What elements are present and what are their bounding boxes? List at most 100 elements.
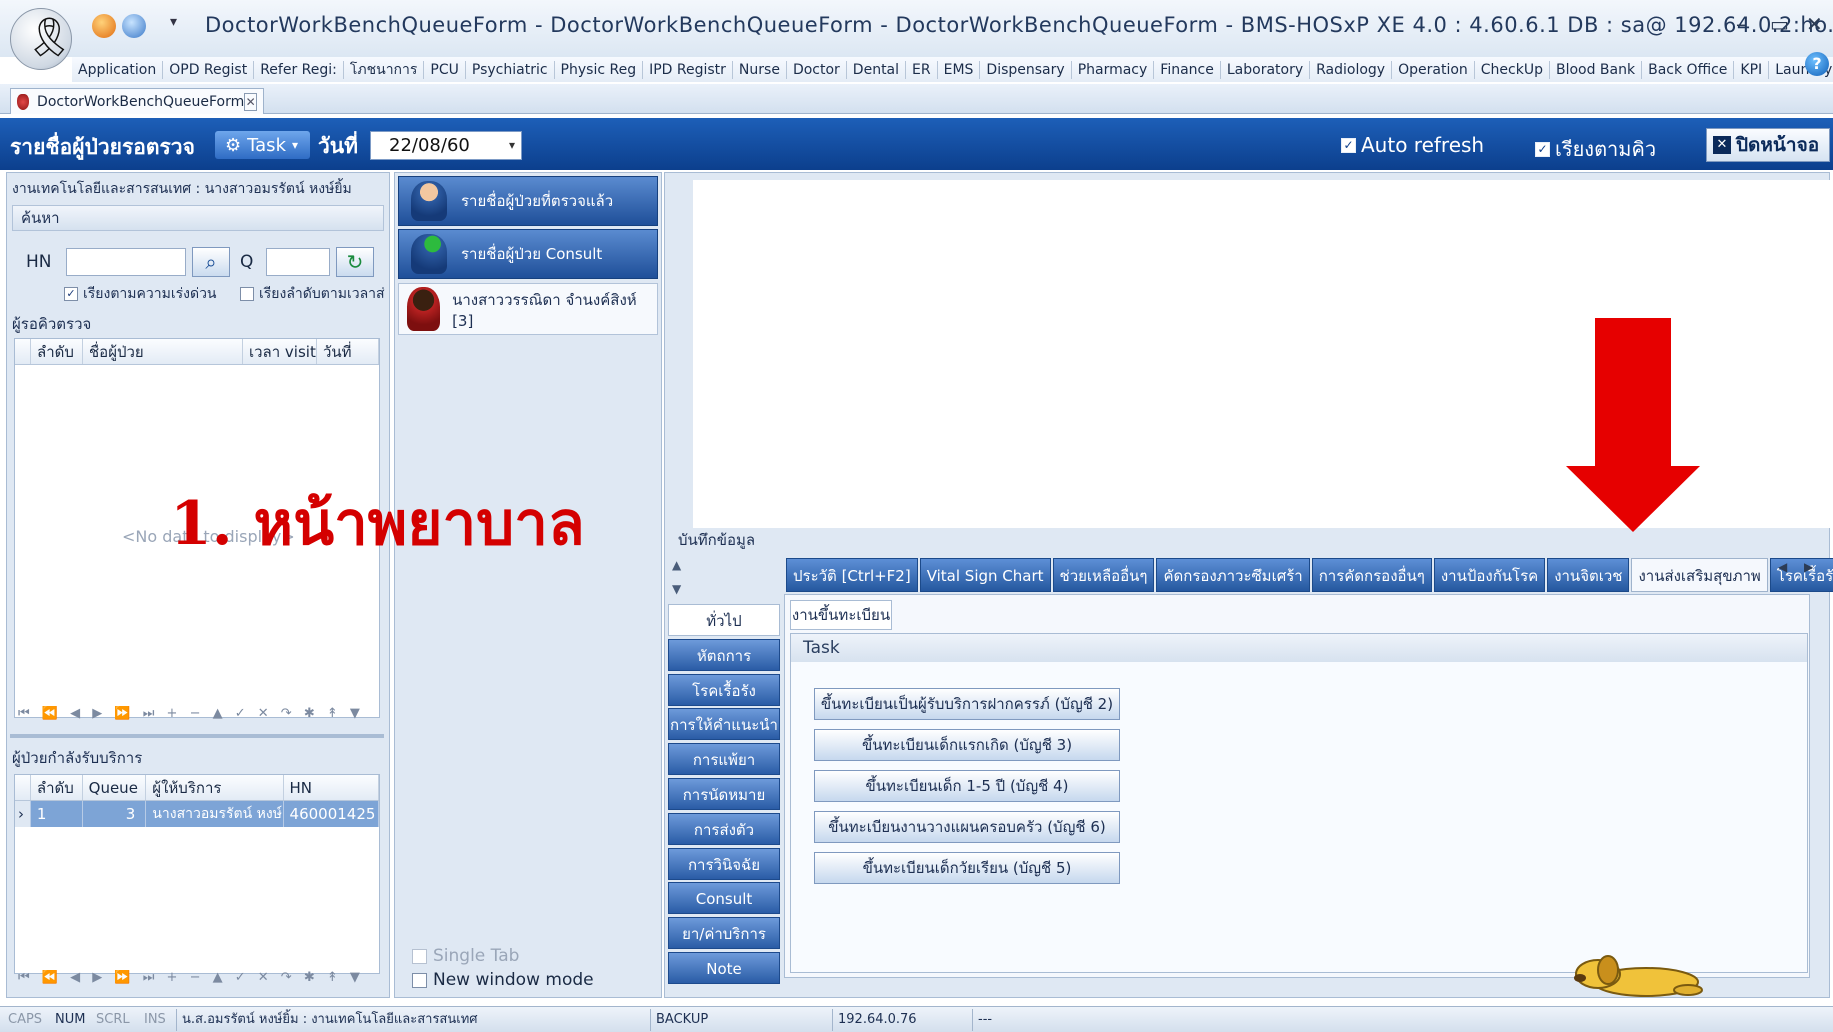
- register-task-button[interactable]: ขึ้นทะเบียนเด็ก 1-5 ปี (บัญชี 4): [814, 770, 1120, 802]
- record-tab[interactable]: คัดกรองภาวะซึมเศร้า: [1156, 558, 1310, 592]
- restore-button[interactable]: ▭: [1770, 12, 1789, 36]
- column-header[interactable]: เวลา visit: [243, 339, 317, 364]
- side-nav-button[interactable]: หัตถการ: [668, 638, 780, 671]
- record-tab[interactable]: Vital Sign Chart: [919, 558, 1051, 592]
- side-nav-button[interactable]: ยา/ค่าบริการ: [668, 917, 780, 950]
- menu-item[interactable]: Dispensary: [980, 60, 1072, 79]
- menu-item[interactable]: PCU: [424, 60, 466, 79]
- column-header[interactable]: HN: [284, 775, 379, 800]
- menu-item[interactable]: Laboratory: [1221, 60, 1311, 79]
- record-tab[interactable]: งานป้องกันโรค: [1433, 558, 1546, 592]
- consult-patients-label: รายชื่อผู้ป่วย Consult: [461, 245, 603, 263]
- menu-item[interactable]: Blood Bank: [1550, 60, 1643, 79]
- menu-item[interactable]: EMS: [938, 60, 981, 79]
- column-header[interactable]: วันที่: [317, 339, 379, 364]
- date-picker[interactable]: 22/08/60 ▾: [370, 131, 522, 160]
- side-nav-button[interactable]: ทั่วไป: [668, 604, 780, 636]
- table-row[interactable]: › 1 3 นางสาวอมรรัตน์ หงษ์ 460001425: [15, 801, 379, 827]
- side-nav-button[interactable]: การให้คำแนะนำ: [668, 708, 780, 741]
- menu-item[interactable]: Refer Regi:: [254, 60, 344, 79]
- close-screen-button[interactable]: ✕ ปิดหน้าจอ: [1706, 128, 1830, 162]
- scroll-up-icon[interactable]: ▲: [672, 558, 681, 572]
- menu-item[interactable]: Nurse: [733, 60, 787, 79]
- annotation-heading: 1. หน้าพยาบาล: [170, 489, 585, 559]
- hn-input[interactable]: [66, 248, 186, 276]
- serving-grid[interactable]: ลำดับ Queue ผู้ให้บริการ HN › 1 3 นางสาว…: [14, 774, 380, 974]
- examined-patients-button[interactable]: รายชื่อผู้ป่วยที่ตรวจแล้ว: [398, 176, 658, 226]
- chevron-down-icon[interactable]: ▾: [509, 132, 515, 159]
- search-button[interactable]: ⌕: [192, 247, 230, 277]
- side-nav-button[interactable]: การนัดหมาย: [668, 778, 780, 810]
- side-nav-button[interactable]: Note: [668, 952, 780, 984]
- menu-item[interactable]: Application: [72, 60, 164, 79]
- serving-grid-header: ลำดับ Queue ผู้ให้บริการ HN: [15, 775, 379, 801]
- column-header[interactable]: ลำดับ: [31, 775, 83, 800]
- patient-list-item[interactable]: นางสาววรรณิดา จำนงค์สิงห์ [3]: [398, 283, 658, 335]
- menu-item[interactable]: Operation: [1392, 60, 1475, 79]
- refresh-icon: ↻: [346, 250, 364, 274]
- app-logo-icon[interactable]: 🎗: [10, 8, 73, 70]
- refresh-button[interactable]: ↻: [336, 247, 374, 277]
- tab-scroll-left-icon[interactable]: ◀: [1778, 560, 1787, 574]
- register-task-button[interactable]: ขึ้นทะเบียนเด็กแรกเกิด (บัญชี 3): [814, 729, 1120, 761]
- menu-item[interactable]: CheckUp: [1475, 60, 1550, 79]
- column-header[interactable]: ผู้ให้บริการ: [146, 775, 284, 800]
- tab-scroll-right-icon[interactable]: ▶: [1804, 560, 1813, 574]
- new-window-checkbox[interactable]: New window mode: [412, 970, 594, 990]
- menu-item[interactable]: Back Office: [1642, 60, 1735, 79]
- side-nav-button[interactable]: การวินิจฉัย: [668, 847, 780, 880]
- register-task-button[interactable]: ขึ้นทะเบียนเป็นผู้รับบริการฝากครรภ์ (บัญ…: [814, 688, 1120, 720]
- grid-indicator-column: [15, 339, 31, 364]
- waiting-grid-navigator[interactable]: ⏮ ⏪ ◀ ▶ ⏩ ⏭ + − ▲ ✓ ✕ ↷ ✱ ↟ ▼: [18, 706, 378, 730]
- column-header[interactable]: ลำดับ: [31, 339, 83, 364]
- record-tab[interactable]: งานจิตเวช: [1547, 558, 1630, 592]
- side-nav-button[interactable]: การแพ้ยา: [668, 743, 780, 776]
- column-header[interactable]: ชื่อผู้ป่วย: [83, 339, 243, 364]
- document-tab[interactable]: DoctorWorkBenchQueueForm ✕: [10, 88, 264, 114]
- queue-input[interactable]: [266, 248, 330, 276]
- sort-time-checkbox[interactable]: เรียงลำดับตามเวลาส่: [240, 283, 386, 305]
- record-tab[interactable]: การคัดกรองอื่นๆ: [1311, 558, 1432, 592]
- auto-refresh-checkbox[interactable]: ✓ Auto refresh: [1341, 133, 1484, 157]
- side-nav-button[interactable]: Consult: [668, 882, 780, 915]
- single-tab-checkbox[interactable]: Single Tab: [412, 946, 519, 966]
- menu-item[interactable]: Finance: [1154, 60, 1221, 79]
- scroll-down-icon[interactable]: ▼: [672, 582, 681, 596]
- task-dropdown-button[interactable]: ⚙ Task ▾: [215, 131, 310, 159]
- record-tab[interactable]: ประวัติ [Ctrl+F2]: [786, 558, 918, 592]
- close-tab-icon[interactable]: ✕: [244, 92, 257, 111]
- consult-patients-button[interactable]: รายชื่อผู้ป่วย Consult: [398, 229, 658, 279]
- menu-item[interactable]: Radiology: [1310, 60, 1393, 79]
- serving-grid-navigator[interactable]: ⏮ ⏪ ◀ ▶ ⏩ ⏭ + − ▲ ✓ ✕ ↷ ✱ ↟ ▼: [18, 970, 378, 994]
- menu-item[interactable]: Psychiatric: [466, 60, 555, 79]
- sort-urgency-checkbox[interactable]: ✓ เรียงตามความเร่งด่วน: [64, 283, 217, 305]
- record-tab[interactable]: ช่วยเหลืออื่นๆ: [1052, 558, 1155, 592]
- menu-item[interactable]: KPI: [1734, 60, 1770, 79]
- quick-access-lock-icon[interactable]: [92, 14, 116, 38]
- sort-by-queue-checkbox[interactable]: ✓ เรียงตามคิว: [1535, 133, 1656, 165]
- insert-indicator: INS: [144, 1012, 166, 1027]
- panel-splitter[interactable]: [10, 734, 384, 738]
- quick-access-dropdown-icon[interactable]: ▾: [170, 14, 177, 30]
- menu-item[interactable]: IPD Registr: [643, 60, 733, 79]
- menu-item[interactable]: โภชนาการ: [344, 60, 425, 79]
- menu-item[interactable]: Doctor: [787, 60, 847, 79]
- menu-item[interactable]: OPD Regist: [163, 60, 255, 79]
- menu-item[interactable]: Pharmacy: [1072, 60, 1155, 79]
- menu-item[interactable]: ER: [906, 60, 938, 79]
- record-tab[interactable]: งานส่งเสริมสุขภาพ: [1631, 558, 1768, 592]
- menu-item[interactable]: Physic Reg: [555, 60, 644, 79]
- subtab-registration[interactable]: งานขึ้นทะเบียน: [790, 600, 892, 630]
- quick-access-home-icon[interactable]: [122, 14, 146, 38]
- help-icon[interactable]: ?: [1805, 52, 1829, 76]
- close-window-button[interactable]: ✕: [1806, 12, 1823, 36]
- grid-indicator-column: [15, 775, 31, 800]
- register-task-button[interactable]: ขึ้นทะเบียนงานวางแผนครอบครัว (บัญชี 6): [814, 811, 1120, 843]
- column-header[interactable]: Queue: [83, 775, 147, 800]
- side-nav-button[interactable]: การส่งตัว: [668, 812, 780, 845]
- register-task-button[interactable]: ขึ้นทะเบียนเด็กวัยเรียน (บัญชี 5): [814, 852, 1120, 884]
- side-nav-button[interactable]: โรคเรื้อรัง: [668, 673, 780, 706]
- hn-label: HN: [26, 252, 52, 272]
- menu-item[interactable]: Dental: [847, 60, 907, 79]
- minimize-button[interactable]: –: [1736, 12, 1746, 36]
